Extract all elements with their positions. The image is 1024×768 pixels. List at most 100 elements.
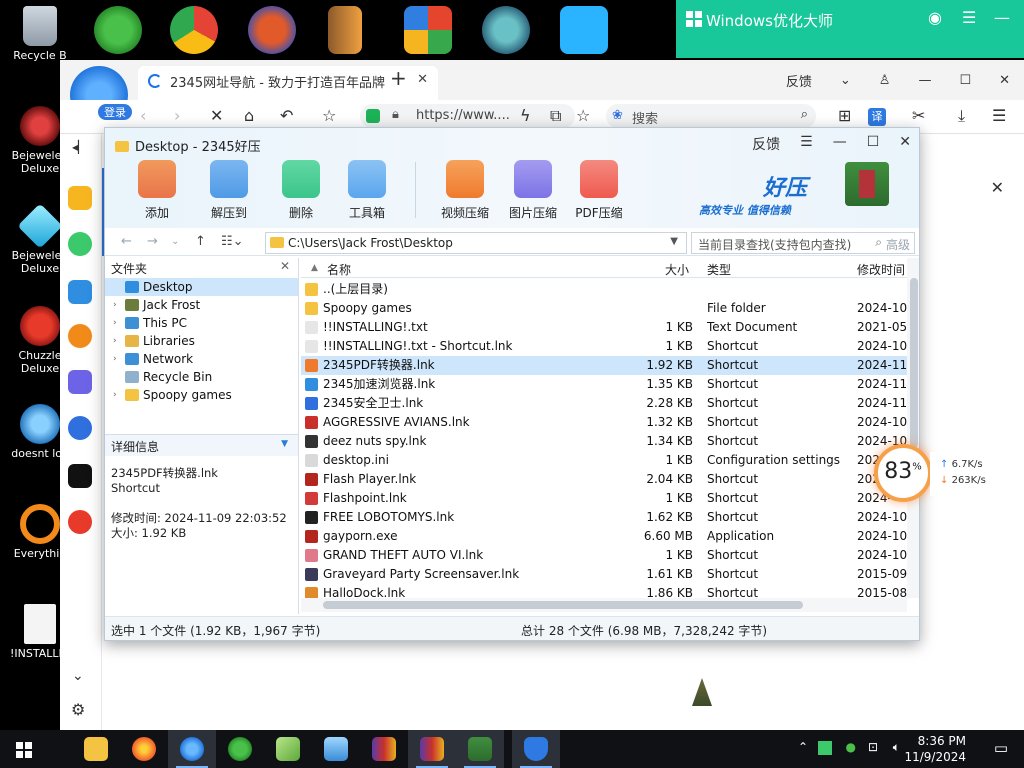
- download-icon[interactable]: ⤓: [958, 106, 965, 126]
- chevron-down-icon[interactable]: ⌄: [826, 73, 865, 88]
- messenger-icon[interactable]: [94, 6, 142, 54]
- pdf-creator-icon[interactable]: [248, 6, 296, 54]
- xiaohongshu-app-icon[interactable]: [68, 510, 92, 534]
- taskbar-2345-browser[interactable]: [168, 730, 216, 768]
- file-row[interactable]: deez nuts spy.lnk 1.34 KB Shortcut 2024-10-: [301, 432, 907, 451]
- file-row[interactable]: 2345PDF转换器.lnk 1.92 KB Shortcut 2024-11-: [301, 356, 907, 375]
- zip-feedback-link[interactable]: 反馈: [752, 134, 780, 154]
- tree-item[interactable]: › Libraries: [105, 332, 298, 350]
- toolbox-button[interactable]: 工具箱: [335, 160, 399, 221]
- chevron-down-icon[interactable]: ⌄: [72, 668, 84, 684]
- history-dropdown-icon[interactable]: ⌄: [171, 236, 179, 247]
- menu-icon[interactable]: ☰: [992, 106, 1006, 125]
- expand-arrow-icon[interactable]: ›: [113, 350, 117, 368]
- tiktok-app-icon[interactable]: [68, 464, 92, 488]
- door-icon[interactable]: [328, 6, 362, 54]
- pdf-compress-button[interactable]: PDF压缩: [567, 160, 631, 221]
- file-row[interactable]: 2345安全卫士.lnk 2.28 KB Shortcut 2024-11-: [301, 394, 907, 413]
- settings-gear-icon[interactable]: ⚙: [71, 700, 85, 719]
- expand-arrow-icon[interactable]: ›: [113, 332, 117, 350]
- character-icon[interactable]: [482, 6, 530, 54]
- file-row[interactable]: gayporn.exe 6.60 MB Application 2024-10-: [301, 527, 907, 546]
- view-mode-icon[interactable]: ☷⌄: [221, 234, 244, 249]
- taskbar-notepad[interactable]: [312, 730, 360, 768]
- favorite-star-icon[interactable]: ☆: [576, 106, 590, 125]
- windows-shield-icon[interactable]: [404, 6, 452, 54]
- windows-optimizer-banner[interactable]: Windows优化大师 ◉ ☰ —: [676, 0, 1024, 58]
- clock-app-icon[interactable]: [68, 232, 92, 256]
- home-icon[interactable]: ⌂: [244, 106, 254, 125]
- file-row[interactable]: !!INSTALLING!.txt 1 KB Text Document 2021-0…: [301, 318, 907, 337]
- chrome-icon[interactable]: [170, 6, 218, 54]
- chevron-down-icon[interactable]: ▼: [670, 236, 678, 247]
- tree-item[interactable]: Recycle Bin: [105, 368, 298, 386]
- notification-icon[interactable]: ▭: [994, 739, 1008, 757]
- image-compress-button[interactable]: 图片压缩: [501, 160, 565, 221]
- delete-button[interactable]: 删除: [269, 160, 333, 221]
- add-button[interactable]: 添加: [125, 160, 189, 221]
- start-button[interactable]: [0, 730, 48, 768]
- tree-item[interactable]: Desktop: [105, 278, 298, 296]
- file-row[interactable]: Spoopy games File folder 2024-10-: [301, 299, 907, 318]
- apps-grid-icon[interactable]: ⊞: [838, 106, 851, 125]
- back-icon[interactable]: ‹: [140, 106, 146, 125]
- path-field[interactable]: C:\Users\Jack Frost\Desktop ▼: [265, 232, 687, 254]
- vertical-scrollbar[interactable]: [907, 258, 919, 598]
- url-field[interactable]: 🔒︎ https://www....: [360, 104, 575, 128]
- star-app-icon[interactable]: [68, 186, 92, 210]
- column-date[interactable]: 修改时间: [857, 261, 907, 278]
- file-row[interactable]: desktop.ini 1 KB Configuration settings 202…: [301, 451, 907, 470]
- close-notice-icon[interactable]: ✕: [991, 178, 1004, 197]
- maximize-button[interactable]: ☐: [867, 134, 880, 154]
- video-compress-button[interactable]: 视频压缩: [433, 160, 497, 221]
- bookmark-list-icon[interactable]: ☆: [322, 106, 336, 125]
- tree-item[interactable]: › Jack Frost: [105, 296, 298, 314]
- file-row[interactable]: !!INSTALLING!.txt - Shortcut.lnk 1 KB Shor…: [301, 337, 907, 356]
- taskbar-cube-app[interactable]: [264, 730, 312, 768]
- file-row[interactable]: AGGRESSIVE AVIANS.lnk 1.32 KB Shortcut 2024…: [301, 413, 907, 432]
- minimize-button[interactable]: —: [904, 73, 945, 88]
- minimize-icon[interactable]: —: [994, 8, 1010, 27]
- feedback-link[interactable]: 反馈: [772, 71, 826, 90]
- menu-icon[interactable]: ☰: [800, 134, 813, 154]
- file-row[interactable]: Graveyard Party Screensaver.lnk 1.61 KB Sh…: [301, 565, 907, 584]
- tree-item[interactable]: › Spoopy games: [105, 386, 298, 404]
- taskbar-winrar[interactable]: [360, 730, 408, 768]
- tools-app-icon[interactable]: [68, 324, 92, 348]
- collapse-sidebar-icon[interactable]: ◂▏: [72, 140, 87, 154]
- network-speed-widget[interactable]: 83% ↑ 6.7K/s ↓ 263K/s: [874, 442, 998, 502]
- new-tab-button[interactable]: +: [390, 66, 407, 90]
- game-app-icon[interactable]: [68, 370, 92, 394]
- close-button[interactable]: ✕: [985, 73, 1024, 88]
- column-size[interactable]: 大小: [665, 261, 689, 278]
- user-icon[interactable]: ◉: [928, 8, 942, 27]
- shirt-icon[interactable]: ♙: [865, 73, 905, 88]
- forward-icon[interactable]: →: [147, 234, 158, 249]
- undo-icon[interactable]: ↶: [280, 106, 293, 125]
- scroll-thumb[interactable]: [910, 278, 918, 448]
- maximize-button[interactable]: ☐: [945, 73, 985, 88]
- taskbar-winrar-2[interactable]: [408, 730, 456, 768]
- tray-app-icon[interactable]: [818, 741, 832, 755]
- close-tab-icon[interactable]: ✕: [417, 72, 428, 87]
- search-icon[interactable]: ⌕: [801, 107, 808, 122]
- column-type[interactable]: 类型: [707, 261, 731, 278]
- baidu-app-icon[interactable]: [68, 416, 92, 440]
- login-badge[interactable]: 登录: [98, 104, 132, 120]
- details-header[interactable]: 详细信息 ▼: [105, 434, 298, 456]
- translate-icon[interactable]: 译: [868, 108, 886, 126]
- up-directory-icon[interactable]: ↑: [195, 234, 206, 249]
- expand-arrow-icon[interactable]: ›: [113, 386, 117, 404]
- network-icon[interactable]: ⊡: [868, 740, 878, 754]
- memory-usage-ball[interactable]: 83%: [874, 444, 932, 502]
- file-row[interactable]: 2345加速浏览器.lnk 1.35 KB Shortcut 2024-11-: [301, 375, 907, 394]
- lightning-icon[interactable]: ϟ: [520, 106, 531, 125]
- chevron-up-icon[interactable]: ⌃: [798, 740, 808, 754]
- minimize-button[interactable]: —: [833, 134, 847, 154]
- expand-arrow-icon[interactable]: ›: [113, 296, 117, 314]
- taskbar-file-explorer[interactable]: [72, 730, 120, 768]
- stop-icon[interactable]: ✕: [210, 106, 223, 125]
- desktop-icon-recycle-bin[interactable]: Recycle B: [4, 6, 76, 62]
- tree-item[interactable]: › Network: [105, 350, 298, 368]
- clock[interactable]: 8:36 PM 11/9/2024: [904, 733, 966, 765]
